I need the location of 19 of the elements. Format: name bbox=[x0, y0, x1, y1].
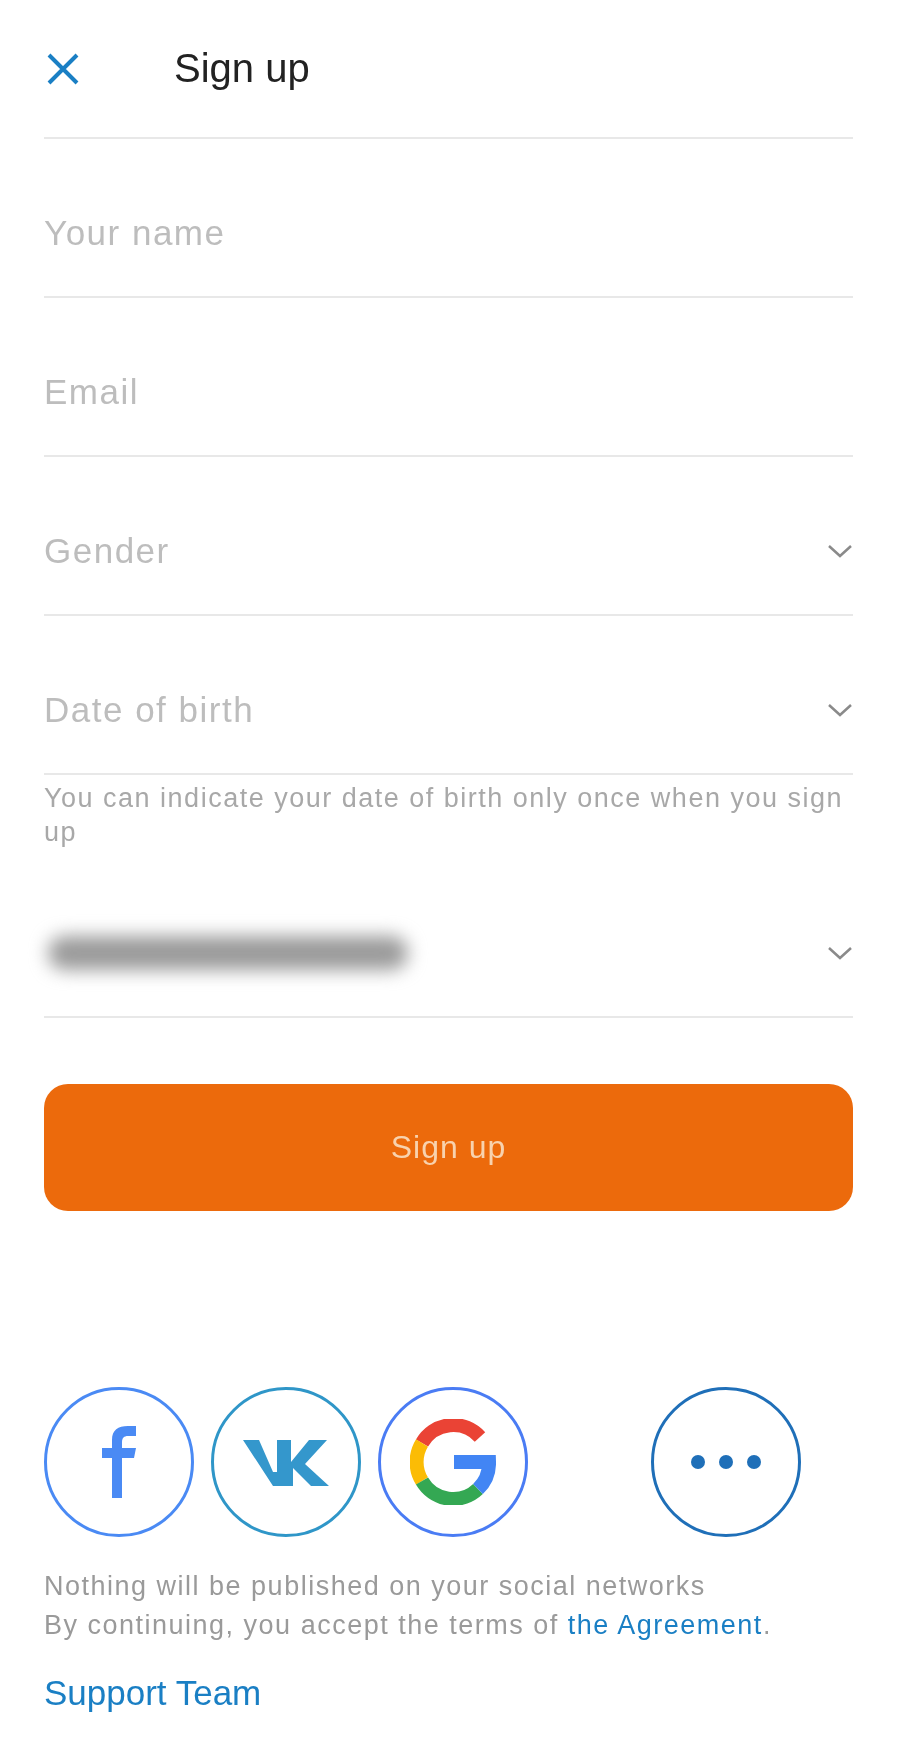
sign-up-button[interactable]: Sign up bbox=[44, 1084, 853, 1211]
facebook-icon bbox=[100, 1426, 138, 1498]
input-field[interactable]: Your name bbox=[44, 212, 853, 253]
notice-text: Nothing will be published on your social networks bbox=[44, 1570, 707, 1603]
hint-text: You can indicate your date of birth only once when you sign up bbox=[44, 782, 844, 849]
page-title: Sign up bbox=[174, 46, 310, 91]
dropdown-field[interactable]: Date of birth bbox=[44, 616, 853, 775]
agreement-link[interactable]: the Agreement bbox=[567, 1610, 763, 1640]
input-field[interactable]: Email bbox=[44, 371, 853, 412]
support-link[interactable]: Support Team bbox=[44, 1673, 262, 1713]
close-button[interactable] bbox=[46, 51, 80, 86]
chevron-down-icon bbox=[827, 944, 853, 961]
consent-text: By continuing, you accept the terms of the Agreement. bbox=[44, 1609, 773, 1642]
dropdown-field[interactable]: Gender bbox=[44, 457, 853, 616]
google-icon bbox=[410, 1419, 496, 1505]
close-icon bbox=[46, 51, 80, 86]
more-icon bbox=[690, 1454, 762, 1470]
chevron-down-icon bbox=[827, 701, 853, 718]
chevron-down-icon bbox=[827, 542, 853, 559]
